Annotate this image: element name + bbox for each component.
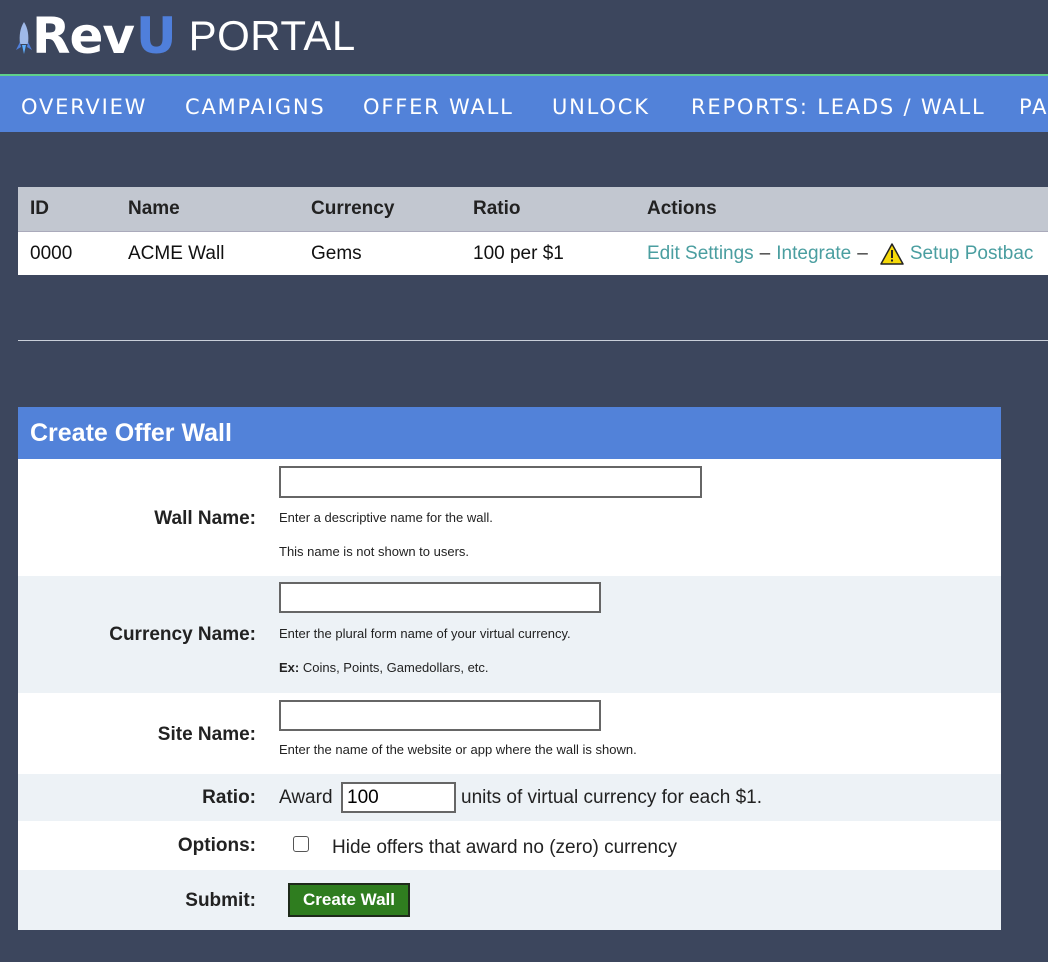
ratio-prefix: Award bbox=[279, 787, 333, 808]
ratio-label: Ratio: bbox=[202, 787, 256, 808]
example-prefix: Ex: bbox=[279, 660, 300, 675]
logo-portal-text: PORTAL bbox=[188, 12, 356, 59]
wall-name-label: Wall Name: bbox=[154, 508, 256, 529]
column-header-currency: Currency bbox=[311, 198, 395, 219]
row-actions: Edit Settings – Integrate – Setup Postba… bbox=[647, 232, 1033, 275]
section-divider bbox=[18, 340, 1048, 341]
nav-item-unlock[interactable]: UNLOCK bbox=[552, 76, 650, 132]
currency-name-label: Currency Name: bbox=[109, 624, 256, 645]
site-name-input[interactable] bbox=[279, 700, 601, 731]
currency-name-example: Ex: Coins, Points, Gamedollars, etc. bbox=[279, 660, 489, 675]
ratio-row: Ratio: Award units of virtual currency f… bbox=[18, 774, 1001, 821]
currency-name-input[interactable] bbox=[279, 582, 601, 613]
site-name-row: Site Name: Enter the name of the website… bbox=[18, 693, 1001, 774]
currency-name-help: Enter the plural form name of your virtu… bbox=[279, 626, 571, 641]
warning-icon bbox=[880, 242, 904, 265]
nav-item-offer-wall[interactable]: OFFER WALL bbox=[363, 76, 514, 132]
main-nav: OVERVIEW CAMPAIGNS OFFER WALL UNLOCK REP… bbox=[0, 76, 1048, 132]
nav-item-reports[interactable]: REPORTS: LEADS / WALL bbox=[691, 76, 985, 132]
column-header-actions: Actions bbox=[647, 198, 717, 219]
hide-zero-offers-checkbox[interactable] bbox=[293, 836, 309, 852]
submit-row: Submit: Create Wall bbox=[18, 870, 1001, 930]
create-wall-button[interactable]: Create Wall bbox=[288, 883, 410, 917]
create-offer-wall-panel: Create Offer Wall Wall Name: Enter a des… bbox=[18, 407, 1001, 930]
submit-label: Submit: bbox=[185, 890, 256, 911]
row-currency: Gems bbox=[311, 242, 362, 264]
row-name: ACME Wall bbox=[128, 242, 225, 264]
options-row: Options: Hide offers that award no (zero… bbox=[18, 821, 1001, 870]
action-separator: – bbox=[759, 242, 771, 264]
column-header-id: ID bbox=[30, 198, 49, 219]
table-row: 0000 ACME Wall Gems 100 per $1 Edit Sett… bbox=[18, 231, 1048, 275]
panel-title: Create Offer Wall bbox=[18, 407, 1001, 459]
setup-postback-link[interactable]: Setup Postbac bbox=[910, 243, 1034, 265]
column-header-ratio: Ratio bbox=[473, 198, 521, 219]
wall-name-help: Enter a descriptive name for the wall. bbox=[279, 510, 493, 525]
nav-item-more[interactable]: PA bbox=[1019, 76, 1048, 132]
options-label: Options: bbox=[177, 835, 256, 856]
revu-portal-logo[interactable]: Rev U PORTAL bbox=[16, 7, 356, 65]
table-header: ID Name Currency Ratio Actions bbox=[18, 187, 1048, 231]
offer-walls-table: ID Name Currency Ratio Actions 0000 ACME… bbox=[18, 187, 1048, 275]
logo-u-text: U bbox=[136, 7, 177, 65]
row-id: 0000 bbox=[30, 242, 73, 264]
hide-zero-offers-label[interactable]: Hide offers that award no (zero) currenc… bbox=[332, 837, 677, 859]
column-header-name: Name bbox=[128, 198, 180, 219]
wall-name-help-secondary: This name is not shown to users. bbox=[279, 544, 470, 559]
example-text: Coins, Points, Gamedollars, etc. bbox=[299, 660, 489, 675]
action-separator: – bbox=[857, 242, 868, 264]
wall-name-input[interactable] bbox=[279, 466, 702, 498]
logo-rev-text: Rev bbox=[32, 7, 135, 65]
app-header: Rev U PORTAL bbox=[0, 0, 1048, 74]
site-name-label: Site Name: bbox=[157, 724, 256, 745]
ratio-input[interactable] bbox=[341, 782, 456, 813]
integrate-link[interactable]: Integrate bbox=[776, 243, 851, 265]
ratio-suffix: units of virtual currency for each $1. bbox=[461, 787, 762, 808]
edit-settings-link[interactable]: Edit Settings bbox=[647, 243, 754, 265]
wall-name-row: Wall Name: Enter a descriptive name for … bbox=[18, 459, 1001, 576]
currency-name-row: Currency Name: Enter the plural form nam… bbox=[18, 576, 1001, 693]
site-name-help: Enter the name of the website or app whe… bbox=[279, 742, 637, 757]
nav-item-overview[interactable]: OVERVIEW bbox=[21, 76, 147, 132]
row-ratio: 100 per $1 bbox=[473, 242, 564, 264]
nav-item-campaigns[interactable]: CAMPAIGNS bbox=[185, 76, 326, 132]
